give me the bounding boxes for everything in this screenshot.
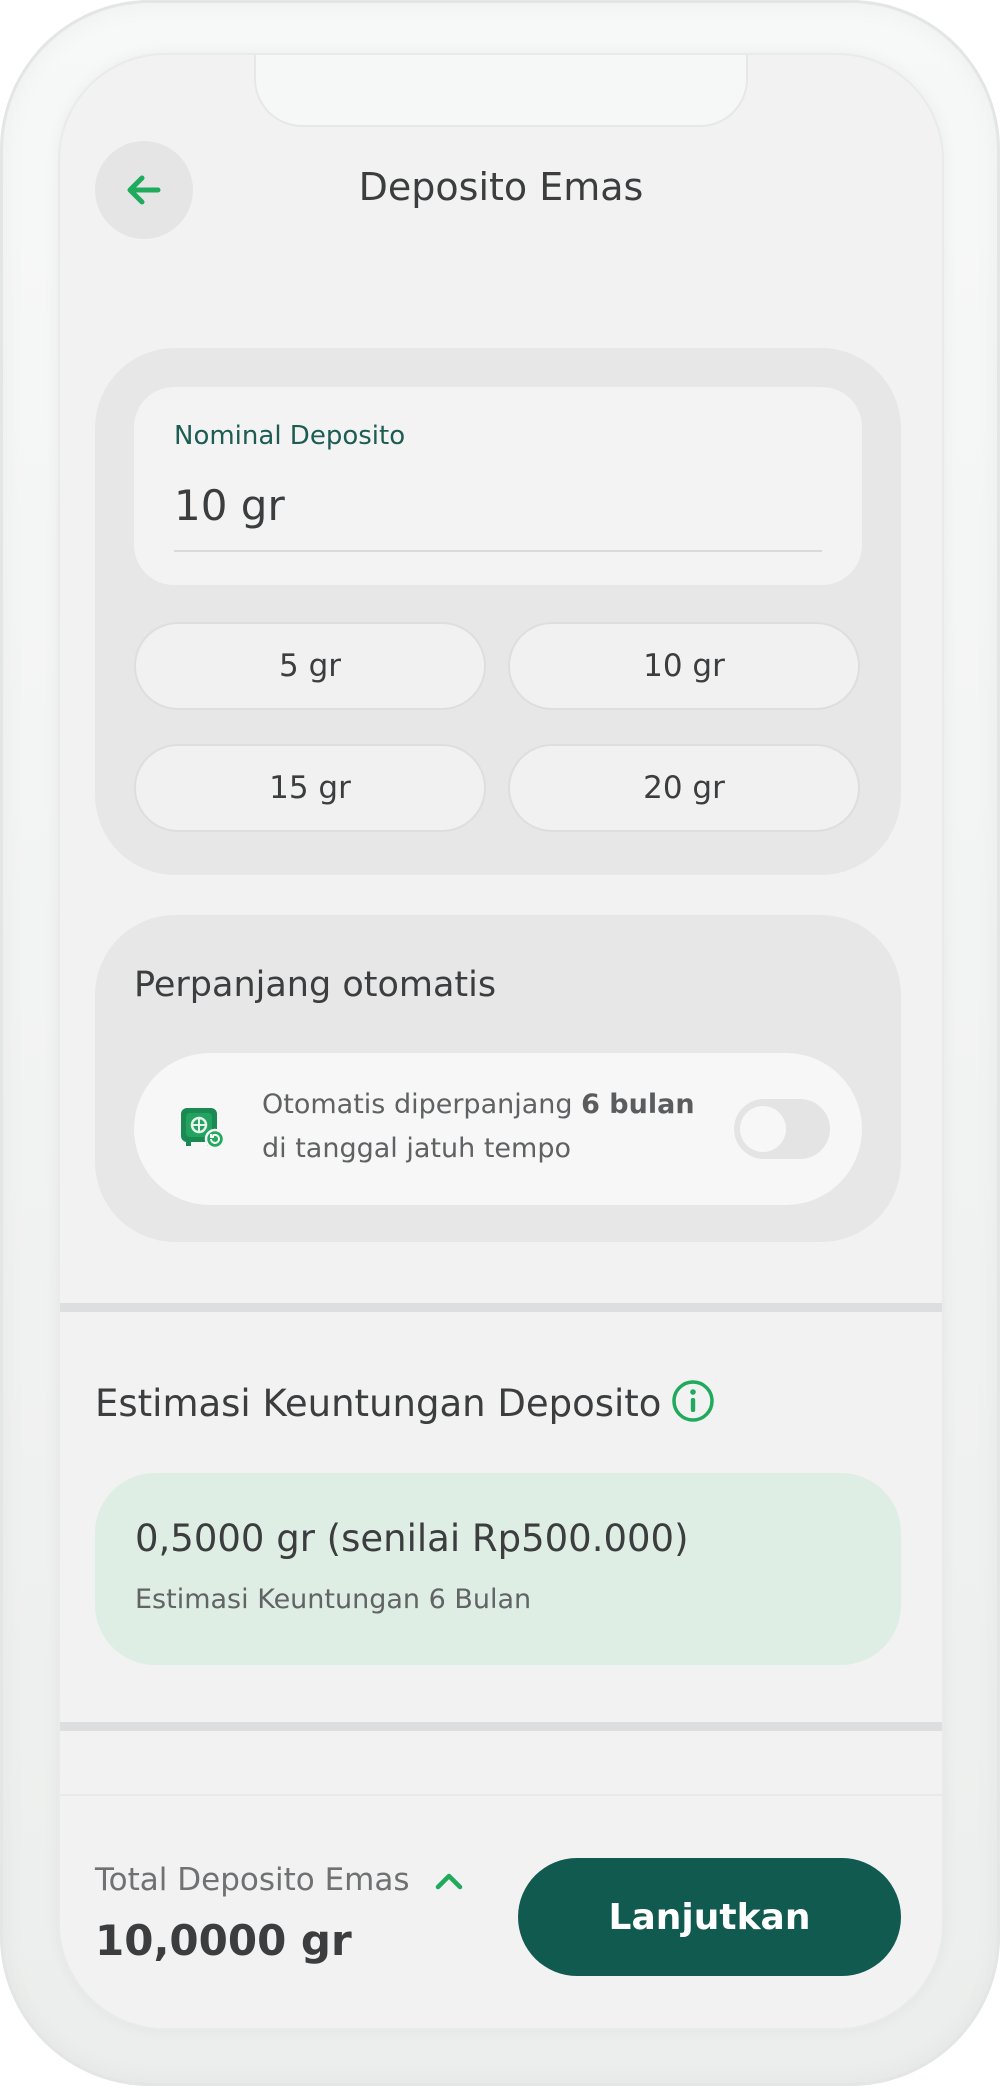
auto-renew-text-line2: di tanggal jatuh tempo xyxy=(262,1133,571,1164)
amount-chip-5gr[interactable]: 5 gr xyxy=(134,622,486,710)
amount-chip-10gr[interactable]: 10 gr xyxy=(508,622,860,710)
phone-frame: Deposito Emas Nominal Deposito 10 gr 5 g… xyxy=(0,0,1000,2086)
app-screen: Deposito Emas Nominal Deposito 10 gr 5 g… xyxy=(60,55,942,2028)
device-notch xyxy=(254,55,748,127)
input-underline xyxy=(174,550,822,552)
nominal-value[interactable]: 10 gr xyxy=(174,481,285,530)
toggle-knob xyxy=(740,1106,786,1152)
safe-renew-icon xyxy=(181,1108,226,1150)
auto-renew-text: Otomatis diperpanjang xyxy=(262,1089,582,1120)
nominal-input[interactable]: Nominal Deposito 10 gr xyxy=(134,387,862,585)
section-divider xyxy=(60,1303,942,1312)
total-value: 10,0000 gr xyxy=(95,1916,352,1965)
continue-button[interactable]: Lanjutkan xyxy=(518,1858,901,1976)
amount-chip-20gr[interactable]: 20 gr xyxy=(508,744,860,832)
amount-chip-15gr[interactable]: 15 gr xyxy=(134,744,486,832)
auto-renew-toggle[interactable] xyxy=(734,1099,830,1159)
auto-renew-title: Perpanjang otomatis xyxy=(134,965,497,1005)
auto-renew-row: Otomatis diperpanjang 6 bulan di tanggal… xyxy=(134,1053,862,1205)
estimate-title: Estimasi Keuntungan Deposito xyxy=(95,1382,662,1425)
estimate-value: 0,5000 gr (senilai Rp500.000) xyxy=(135,1517,689,1560)
nominal-card: Nominal Deposito 10 gr 5 gr 10 gr 15 gr … xyxy=(95,348,901,875)
auto-renew-description: Otomatis diperpanjang 6 bulan di tanggal… xyxy=(262,1083,702,1171)
page-title: Deposito Emas xyxy=(358,165,644,209)
bottom-bar: Total Deposito Emas 10,0000 gr Lanjutkan xyxy=(60,1794,942,2028)
chevron-up-icon[interactable] xyxy=(432,1864,466,1898)
auto-renew-period: 6 bulan xyxy=(581,1089,695,1120)
estimate-subtitle: Estimasi Keuntungan 6 Bulan xyxy=(135,1584,532,1615)
nominal-label: Nominal Deposito xyxy=(174,421,406,451)
section-divider xyxy=(60,1722,942,1731)
total-label[interactable]: Total Deposito Emas xyxy=(95,1862,410,1898)
auto-renew-card: Perpanjang otomatis Otomatis diperpanjan… xyxy=(95,915,901,1242)
info-icon[interactable] xyxy=(670,1378,716,1424)
estimate-card: 0,5000 gr (senilai Rp500.000) Estimasi K… xyxy=(95,1473,901,1665)
